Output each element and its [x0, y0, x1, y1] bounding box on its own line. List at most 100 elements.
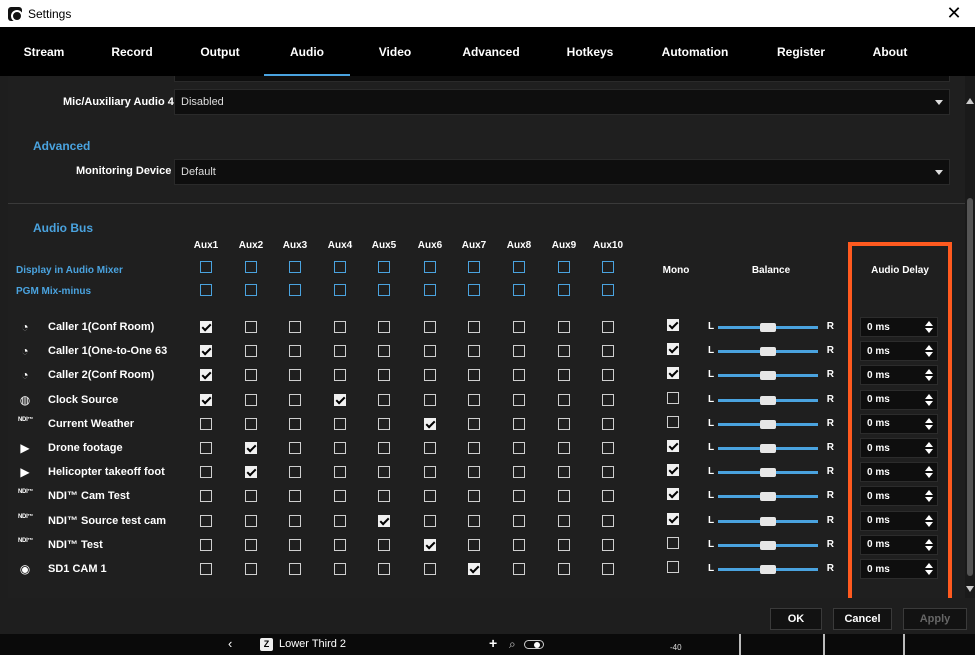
tab-automation[interactable]: Automation — [638, 27, 752, 76]
aux8-checkbox[interactable] — [513, 417, 525, 430]
pgm-aux5-checkbox[interactable] — [378, 284, 390, 296]
aux3-checkbox[interactable] — [289, 490, 301, 503]
tab-video[interactable]: Video — [350, 27, 440, 76]
aux6-checkbox[interactable] — [424, 442, 436, 454]
aux3-checkbox[interactable] — [289, 466, 301, 479]
aux10-checkbox[interactable] — [602, 466, 614, 479]
aux2-checkbox[interactable] — [245, 442, 257, 454]
aux7-checkbox[interactable] — [468, 514, 480, 527]
aux6-checkbox[interactable] — [424, 490, 436, 503]
aux2-checkbox[interactable] — [245, 321, 257, 333]
tab-stream[interactable]: Stream — [0, 27, 88, 76]
balance-knob[interactable] — [760, 371, 776, 381]
aux1-checkbox[interactable] — [200, 563, 212, 575]
balance-knob[interactable] — [760, 468, 776, 478]
tab-record[interactable]: Record — [88, 27, 176, 76]
aux6-checkbox[interactable] — [424, 369, 436, 382]
balance-slider[interactable]: LR — [708, 490, 834, 502]
mono-checkbox[interactable] — [667, 415, 679, 428]
aux4-checkbox[interactable] — [334, 369, 346, 382]
aux5-checkbox[interactable] — [378, 563, 390, 575]
pgm-aux8-checkbox[interactable] — [513, 284, 525, 296]
display-aux3-checkbox[interactable] — [289, 261, 301, 273]
mono-checkbox[interactable] — [667, 391, 679, 404]
audio-delay-spinbox[interactable]: 0 ms — [860, 365, 938, 386]
aux8-checkbox[interactable] — [513, 321, 525, 333]
spin-up-icon[interactable] — [925, 514, 933, 520]
aux3-checkbox[interactable] — [289, 369, 301, 382]
aux1-checkbox[interactable] — [200, 538, 212, 551]
spin-down-icon[interactable] — [925, 376, 933, 382]
spin-up-icon[interactable] — [925, 466, 933, 472]
tab-about[interactable]: About — [850, 27, 930, 76]
aux1-checkbox[interactable] — [200, 514, 212, 527]
aux6-checkbox[interactable] — [424, 417, 436, 430]
spin-down-icon[interactable] — [925, 400, 933, 406]
aux3-checkbox[interactable] — [289, 393, 301, 406]
spin-up-icon[interactable] — [925, 369, 933, 375]
aux8-checkbox[interactable] — [513, 514, 525, 527]
cancel-button[interactable]: Cancel — [833, 608, 892, 630]
tab-register[interactable]: Register — [752, 27, 850, 76]
aux4-checkbox[interactable] — [334, 563, 346, 575]
display-aux1-checkbox[interactable] — [200, 261, 212, 273]
aux1-checkbox[interactable] — [200, 417, 212, 430]
aux10-checkbox[interactable] — [602, 417, 614, 430]
balance-slider[interactable]: LR — [708, 321, 834, 333]
search-icon[interactable]: ⌕ — [509, 637, 516, 652]
aux4-checkbox[interactable] — [334, 417, 346, 430]
audio-delay-spinbox[interactable]: 0 ms — [860, 317, 938, 337]
vertical-scrollbar[interactable] — [965, 76, 975, 598]
pgm-aux1-checkbox[interactable] — [200, 284, 212, 296]
balance-knob[interactable] — [760, 516, 776, 526]
display-aux2-checkbox[interactable] — [245, 261, 257, 273]
audio-delay-spinbox[interactable]: 0 ms — [860, 486, 938, 507]
aux4-checkbox[interactable] — [334, 393, 346, 406]
pgm-aux2-checkbox[interactable] — [245, 284, 257, 296]
apply-button[interactable]: Apply — [903, 608, 967, 630]
spin-down-icon[interactable] — [925, 521, 933, 527]
aux10-checkbox[interactable] — [602, 563, 614, 575]
display-aux7-checkbox[interactable] — [468, 261, 480, 273]
aux5-checkbox[interactable] — [378, 466, 390, 479]
aux10-checkbox[interactable] — [602, 369, 614, 382]
tab-audio[interactable]: Audio — [264, 27, 350, 76]
aux7-checkbox[interactable] — [468, 393, 480, 406]
aux3-checkbox[interactable] — [289, 417, 301, 430]
aux4-checkbox[interactable] — [334, 321, 346, 333]
aux9-checkbox[interactable] — [558, 563, 570, 575]
aux9-checkbox[interactable] — [558, 321, 570, 333]
balance-knob[interactable] — [760, 444, 776, 453]
aux3-checkbox[interactable] — [289, 538, 301, 551]
audio-delay-spinbox[interactable]: 0 ms — [860, 413, 938, 434]
aux6-checkbox[interactable] — [424, 514, 436, 527]
aux5-checkbox[interactable] — [378, 393, 390, 406]
aux5-checkbox[interactable] — [378, 417, 390, 430]
balance-slider[interactable]: LR — [708, 418, 834, 430]
mono-checkbox[interactable] — [667, 488, 679, 501]
pgm-aux10-checkbox[interactable] — [602, 284, 614, 296]
display-aux5-checkbox[interactable] — [378, 261, 390, 273]
display-aux9-checkbox[interactable] — [558, 261, 570, 273]
pgm-aux3-checkbox[interactable] — [289, 284, 301, 296]
display-aux10-checkbox[interactable] — [602, 261, 614, 273]
aux9-checkbox[interactable] — [558, 393, 570, 406]
pgm-aux9-checkbox[interactable] — [558, 284, 570, 296]
aux6-checkbox[interactable] — [424, 393, 436, 406]
spin-up-icon[interactable] — [925, 345, 933, 351]
mic-aux4-dropdown[interactable]: Disabled — [174, 89, 950, 115]
audio-delay-spinbox[interactable]: 0 ms — [860, 559, 938, 579]
aux5-checkbox[interactable] — [378, 538, 390, 551]
aux8-checkbox[interactable] — [513, 393, 525, 406]
audio-delay-spinbox[interactable]: 0 ms — [860, 389, 938, 410]
spin-up-icon[interactable] — [925, 490, 933, 496]
aux10-checkbox[interactable] — [602, 514, 614, 527]
aux7-checkbox[interactable] — [468, 563, 480, 575]
aux5-checkbox[interactable] — [378, 321, 390, 333]
tab-advanced[interactable]: Advanced — [440, 27, 542, 76]
aux8-checkbox[interactable] — [513, 490, 525, 503]
aux5-checkbox[interactable] — [378, 514, 390, 527]
spin-up-icon[interactable] — [925, 393, 933, 399]
aux1-checkbox[interactable] — [200, 321, 212, 333]
balance-slider[interactable]: LR — [708, 466, 834, 478]
